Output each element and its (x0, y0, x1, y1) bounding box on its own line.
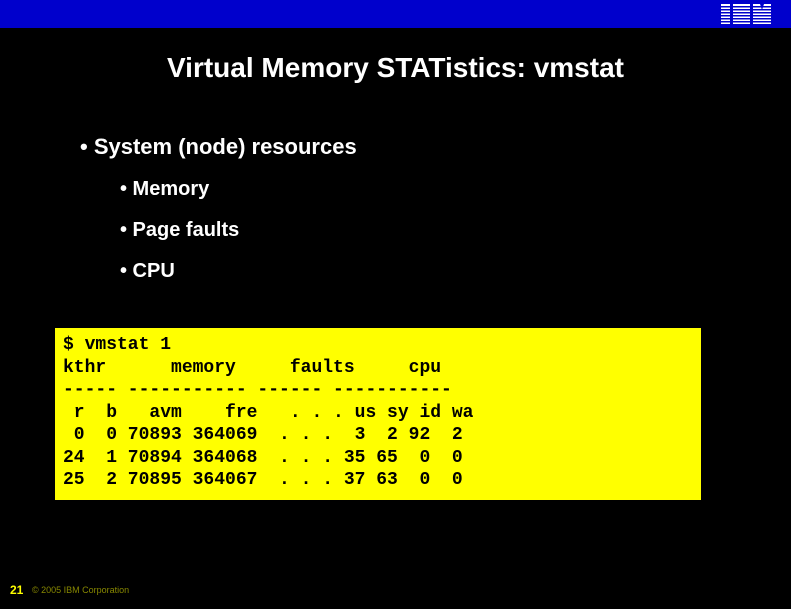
term-line: $ vmstat 1 (63, 335, 171, 355)
bullet-memory: • Memory (120, 178, 751, 201)
content-area: • System (node) resources • Memory • Pag… (0, 134, 791, 283)
ibm-logo (721, 4, 771, 24)
bullet-level1: • System (node) resources (80, 134, 751, 160)
term-line: ----- ----------- ------ ----------- (63, 380, 452, 400)
term-line: kthr memory faults cpu (63, 358, 441, 378)
terminal-output: $ vmstat 1 kthr memory faults cpu ----- … (55, 328, 701, 500)
copyright-text: © 2005 IBM Corporation (32, 585, 129, 595)
term-line: 24 1 70894 364068 . . . 35 65 0 0 (63, 448, 463, 468)
bullet-page-faults: • Page faults (120, 219, 751, 242)
term-line: 0 0 70893 364069 . . . 3 2 92 2 (63, 425, 463, 445)
page-number: 21 (8, 583, 25, 597)
term-line: 25 2 70895 364067 . . . 37 63 0 0 (63, 470, 463, 490)
header-bar (0, 0, 791, 28)
term-line: r b avm fre . . . us sy id wa (63, 403, 473, 423)
bullet-cpu: • CPU (120, 260, 751, 283)
slide-title: Virtual Memory STATistics: vmstat (0, 52, 791, 84)
